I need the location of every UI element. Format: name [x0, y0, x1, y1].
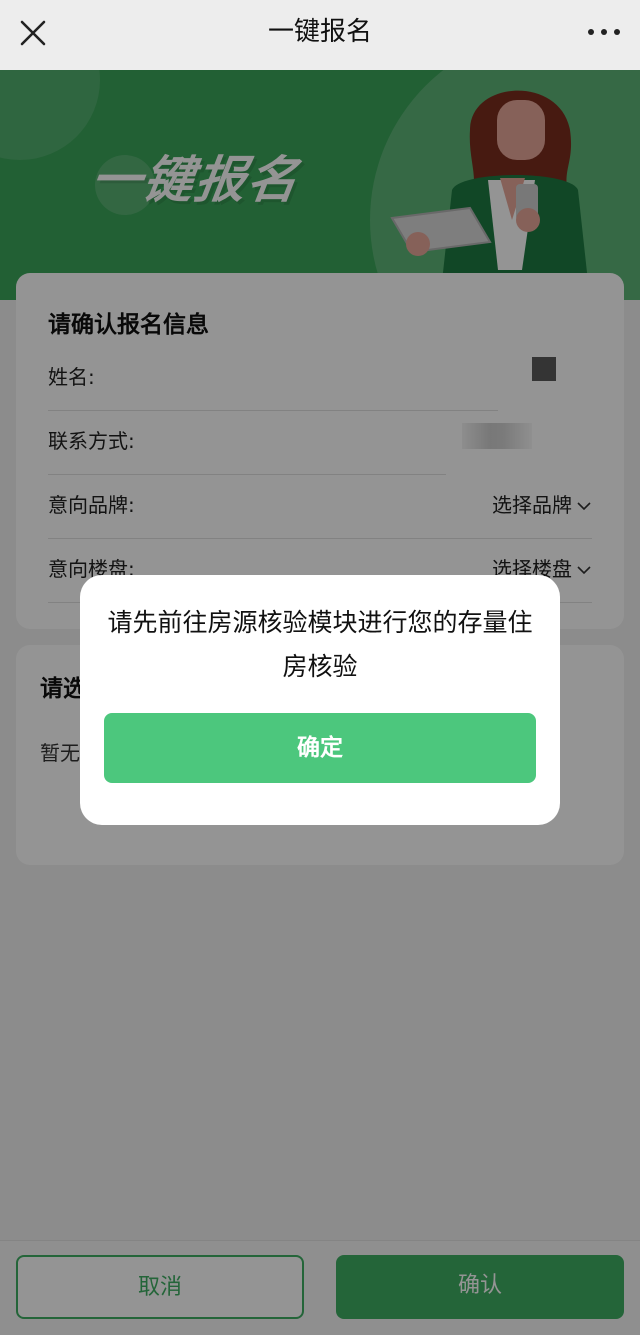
- title-bar: 一键报名: [0, 0, 640, 70]
- alert-dialog: 请先前往房源核验模块进行您的存量住房核验 确定: [80, 575, 560, 825]
- dialog-ok-button[interactable]: 确定: [104, 713, 536, 783]
- page-title: 一键报名: [267, 17, 372, 47]
- dialog-message: 请先前往房源核验模块进行您的存量住房核验: [107, 608, 533, 681]
- more-icon[interactable]: [584, 14, 624, 54]
